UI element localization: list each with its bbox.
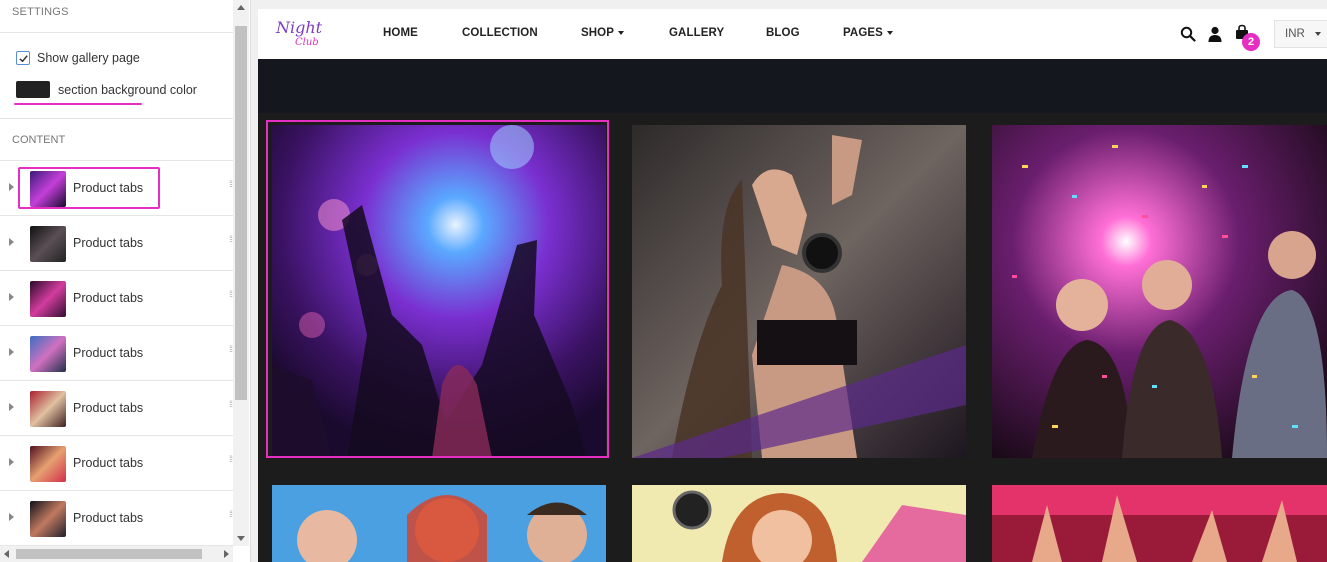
block-thumbnail [30,446,66,482]
drag-handle-icon[interactable]: ⁞⁞ [229,290,233,299]
expand-caret-icon[interactable] [9,348,14,356]
section-background-label: section background color [58,82,197,97]
scrollbar-thumb[interactable] [16,549,202,559]
confetti-party-photo [992,125,1327,458]
gallery-image[interactable] [992,485,1327,562]
currency-selector[interactable]: INR [1274,20,1327,48]
svg-text:Night: Night [275,18,323,37]
nav-item-home[interactable]: HOME [383,27,418,39]
site-header: Night Club HOME COLLECTION SHOP GALLERY BLOG… [258,9,1327,59]
content-block-row[interactable]: Product tabs ⁞⁞ [0,436,233,491]
background-color-swatch[interactable] [16,81,50,98]
editor-sidebar: SETTINGS Show gallery page section backg… [0,0,251,562]
expand-caret-icon[interactable] [9,183,14,191]
drag-handle-icon[interactable]: ⁞⁞ [229,235,233,244]
block-label: Product tabs [73,346,144,360]
chevron-down-icon [1314,31,1321,36]
nav-item-collection[interactable]: COLLECTION [462,27,538,39]
hands-up-crowd-photo [992,485,1327,562]
show-gallery-checkbox[interactable] [16,51,30,65]
drag-handle-icon[interactable]: ⁞⁞ [229,400,233,409]
block-label: Product tabs [73,236,144,250]
checkmark-icon [18,54,28,62]
expand-caret-icon[interactable] [9,238,14,246]
gallery-image[interactable] [272,485,606,562]
nav-item-gallery[interactable]: GALLERY [669,27,724,39]
block-label: Product tabs [73,511,144,525]
block-thumbnail [30,226,66,262]
block-label: Product tabs [73,291,144,305]
expand-caret-icon[interactable] [9,513,14,521]
settings-header: SETTINGS [0,0,233,33]
content-block-row[interactable]: Product tabs ⁞⁞ [0,491,233,546]
scroll-down-arrow-icon[interactable] [237,536,245,541]
expand-caret-icon[interactable] [9,403,14,411]
content-block-row[interactable]: Product tabs ⁞⁞ [0,326,233,381]
show-gallery-label: Show gallery page [37,51,140,65]
block-thumbnail [30,391,66,427]
nav-item-pages[interactable]: PAGES [843,27,893,39]
content-header: CONTENT [0,119,233,161]
gallery-image[interactable] [992,125,1327,458]
nav-label: HOME [383,27,418,39]
section-background-setting[interactable]: section background color [16,81,197,98]
settings-body: Show gallery page section background col… [0,33,233,119]
content-block-row[interactable]: Product tabs ⁞⁞ [0,271,233,326]
theme-preview: Night Club HOME COLLECTION SHOP GALLERY BLOG… [251,0,1327,562]
content-block-row[interactable]: Product tabs ⁞⁞ [0,216,233,271]
nav-label: COLLECTION [462,27,538,39]
chevron-down-icon [886,30,893,35]
show-gallery-setting[interactable]: Show gallery page [16,51,140,65]
nav-item-shop[interactable]: SHOP [581,27,624,39]
selected-block-highlight [18,167,160,209]
editor-horizontal-scrollbar[interactable] [0,546,233,562]
search-icon[interactable] [1180,26,1196,42]
gallery-image[interactable] [632,125,966,458]
expand-caret-icon[interactable] [9,458,14,466]
nav-label: GALLERY [669,27,725,39]
block-thumbnail [30,501,66,537]
cart-count-badge: 2 [1242,33,1260,51]
content-block-row[interactable]: Product tabs ⁞⁞ [0,161,233,216]
drag-handle-icon[interactable]: ⁞⁞ [229,345,233,354]
dj-headphones-photo [632,125,966,458]
scroll-left-arrow-icon[interactable] [4,550,9,558]
block-label: Product tabs [73,456,144,470]
block-thumbnail [30,281,66,317]
nav-label: SHOP [581,27,614,39]
svg-text:Club: Club [295,37,319,48]
currency-value: INR [1285,28,1305,40]
block-label: Product tabs [73,401,144,415]
scroll-up-arrow-icon[interactable] [237,5,245,10]
gallery-image[interactable] [632,485,966,562]
expand-caret-icon[interactable] [9,293,14,301]
selected-image-highlight [266,120,609,458]
group-selfie-photo [272,485,606,562]
night-club-logo[interactable]: Night Club [275,15,323,49]
scrollbar-thumb[interactable] [235,26,247,400]
editor-vertical-scrollbar[interactable] [233,0,249,546]
gallery-section-top [258,59,1327,113]
editor-scroll-area: SETTINGS Show gallery page section backg… [0,0,233,546]
storefront: Night Club HOME COLLECTION SHOP GALLERY BLOG… [258,9,1327,562]
nav-label: PAGES [843,27,883,39]
highlight-underline [14,103,142,105]
content-blocks-list: Product tabs ⁞⁞ Product tabs ⁞⁞ Product tabs… [0,161,233,546]
nav-item-blog[interactable]: BLOG [766,27,800,39]
drag-handle-icon[interactable]: ⁞⁞ [229,510,233,519]
nav-label: BLOG [766,27,800,39]
dj-boy-photo [632,485,966,562]
content-block-row[interactable]: Product tabs ⁞⁞ [0,381,233,436]
drag-handle-icon[interactable]: ⁞⁞ [229,455,233,464]
scroll-right-arrow-icon[interactable] [224,550,229,558]
chevron-down-icon [618,30,624,35]
drag-handle-icon[interactable]: ⁞⁞ [229,180,233,189]
user-icon[interactable] [1207,26,1223,42]
block-thumbnail [30,336,66,372]
